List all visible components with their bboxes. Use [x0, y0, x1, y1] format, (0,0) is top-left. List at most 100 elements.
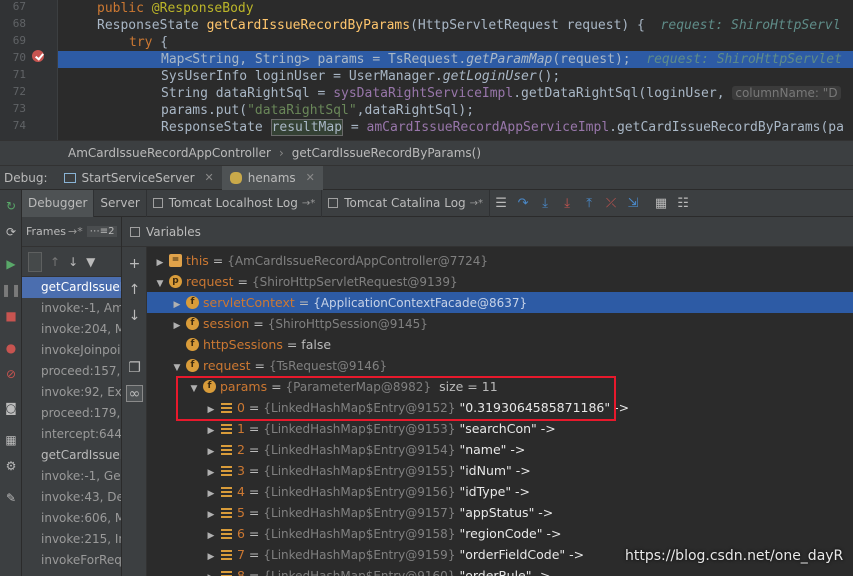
code-line[interactable]: ResponseState getCardIssueRecordByParams… [97, 17, 841, 34]
equals-sign: = [244, 568, 264, 576]
breadcrumb-class[interactable]: AmCardIssueRecordAppController [68, 146, 271, 160]
variable-row[interactable]: ▶ 6 = {LinkedHashMap$Entry@9158} "regionCo… [147, 523, 853, 544]
arrow-up-icon[interactable]: ↑ [126, 281, 143, 298]
variable-name: request [203, 358, 251, 373]
frame-item[interactable]: invoke:-1, Ger [22, 466, 121, 487]
layout-icon[interactable]: ▦ [3, 432, 19, 448]
code-line[interactable]: try { [129, 34, 168, 51]
step-out-icon[interactable]: ⤒ [578, 190, 600, 217]
arrow-up-icon[interactable]: ↑ [50, 255, 60, 269]
frame-item[interactable]: invoke:92, Exp [22, 382, 121, 403]
code-line[interactable]: public @ResponseBody [97, 0, 254, 17]
variable-row[interactable]: ▶ 2 = {LinkedHashMap$Entry@9154} "name" -> [147, 439, 853, 460]
chevron-right-icon: › [278, 146, 284, 160]
editor-gutter[interactable]: 67 68 69 70 71 72 73 74 [0, 0, 58, 140]
tab-label: Tomcat Catalina Log [344, 196, 466, 210]
variable-row[interactable]: ▼ f request = {TsRequest@9146} [147, 355, 853, 376]
map-entry-icon [220, 548, 233, 561]
frame-item[interactable]: invoke:606, M [22, 508, 121, 529]
breadcrumb-method[interactable]: getCardIssueRecordByParams() [292, 146, 481, 160]
variable-name: servletContext [203, 295, 295, 310]
camera-icon[interactable]: ◙ [3, 400, 19, 416]
variable-row[interactable]: ▶ 8 = {LinkedHashMap$Entry@9160}"orderRul… [147, 565, 853, 576]
variable-value: "appStatus" -> [459, 505, 554, 520]
infinity-icon[interactable]: ∞ [126, 385, 143, 402]
view-breakpoints-icon[interactable]: ● [3, 340, 19, 356]
variable-row[interactable]: ▶ f servletContext = {ApplicationContextFa… [147, 292, 853, 313]
settings-gear-icon[interactable]: ⚙ [3, 458, 19, 474]
close-icon[interactable]: ✕ [205, 171, 214, 184]
frame-item[interactable]: getCardIssueF [22, 277, 121, 298]
step-over-icon[interactable]: ↷ [512, 190, 534, 217]
stop-icon[interactable]: ■ [3, 308, 19, 324]
arrow-down-icon[interactable]: ↓ [126, 307, 143, 324]
variable-row[interactable]: f httpSessions = false [147, 334, 853, 355]
drop-frame-icon[interactable]: ⤫ [600, 190, 622, 217]
breakpoint-icon[interactable] [32, 50, 44, 62]
variable-row[interactable]: ▶ 4 = {LinkedHashMap$Entry@9156} "idType" … [147, 481, 853, 502]
code-text: public @ResponseBody [97, 1, 254, 16]
variable-row[interactable]: ▼ p request = {ShiroHttpServletRequest@913… [147, 271, 853, 292]
tab-tomcat-catalina-log[interactable]: Tomcat Catalina Log →* [322, 189, 491, 217]
tab-debugger[interactable]: Debugger [22, 189, 95, 217]
variable-row[interactable]: ▼ f params = {ParameterMap@8982} size = 11 [147, 376, 853, 397]
mute-breakpoints-icon[interactable]: ⊘ [3, 366, 19, 382]
frame-item[interactable]: invoke:43, Del [22, 487, 121, 508]
tab-server[interactable]: Server [94, 189, 147, 217]
frame-item[interactable]: invoke:215, In [22, 529, 121, 550]
frame-item[interactable]: intercept:644, [22, 424, 121, 445]
force-step-into-icon[interactable]: ⤓ [556, 190, 578, 217]
variable-name: 8 [237, 568, 245, 576]
variable-row[interactable]: ▶ 3 = {LinkedHashMap$Entry@9155} "idNum" -… [147, 460, 853, 481]
code-line[interactable]: ResponseState resultMap = amCardIssueRec… [161, 119, 844, 136]
variable-row[interactable]: ▶ = this = {AmCardIssueRecordAppController… [147, 250, 853, 271]
filter-icon[interactable]: ▼ [86, 255, 95, 269]
variable-row[interactable]: ▶ f session = {ShiroHttpSession@9145} [147, 313, 853, 334]
run-to-cursor-icon[interactable]: ⇲ [622, 190, 644, 217]
frames-controls: ↑ ↓ ▼ [22, 247, 121, 277]
resume-icon[interactable]: ▶ [3, 256, 19, 272]
frame-item[interactable]: invoke:-1, Am [22, 298, 121, 319]
rerun-icon[interactable]: ↻ [3, 198, 19, 214]
frame-item[interactable]: invoke:204, M [22, 319, 121, 340]
code-line[interactable]: params.put("dataRightSql",dataRightSql); [161, 102, 474, 119]
code-editor[interactable]: 67 68 69 70 71 72 73 74 public @Response… [0, 0, 853, 140]
frame-item[interactable]: proceed:157, [22, 361, 121, 382]
step-into-icon[interactable]: ⤓ [534, 190, 556, 217]
tab-tomcat-localhost-log[interactable]: Tomcat Localhost Log →* [147, 189, 323, 217]
parameter-icon: p [169, 275, 182, 288]
debug-tab-henams[interactable]: henams ✕ [221, 165, 323, 190]
evaluate-expression-icon[interactable]: ▦ [650, 190, 672, 217]
frame-item[interactable]: invokeForReq [22, 550, 121, 571]
more-options-icon[interactable]: ☷ [672, 190, 694, 217]
frame-item[interactable]: invokeJoinpoi [22, 340, 121, 361]
code-text: Map<String, String> params = TsRequest.g… [161, 52, 631, 67]
show-execution-point-icon[interactable]: ☰ [490, 190, 512, 217]
pause-icon[interactable]: ❚❚ [1, 282, 21, 298]
pin-icon[interactable]: ✎ [3, 490, 19, 506]
frames-title: Frames [26, 225, 67, 238]
code-line[interactable]: String dataRightSql = sysDataRightServic… [161, 85, 841, 102]
variable-row[interactable]: ▶ 1 = {LinkedHashMap$Entry@9153} "searchCo… [147, 418, 853, 439]
restart-icon[interactable]: ⟳ [3, 224, 19, 240]
code-line[interactable]: Map<String, String> params = TsRequest.g… [58, 51, 853, 68]
expand-arrow-icon[interactable]: ▶ [204, 568, 218, 576]
equals-sign: = [267, 379, 286, 394]
equals-sign: = [208, 253, 228, 268]
line-number: 69 [12, 34, 26, 47]
thread-selector[interactable] [28, 251, 42, 272]
frames-menu[interactable]: ⋯≡2 [86, 226, 118, 237]
arrow-down-icon[interactable]: ↓ [68, 255, 78, 269]
add-watch-icon[interactable]: + [126, 255, 143, 272]
variable-type: {TsRequest@9146} [268, 359, 388, 373]
variable-row[interactable]: ▶ 0 = {LinkedHashMap$Entry@9152} "0.319306… [147, 397, 853, 418]
frame-item[interactable]: proceed:179, [22, 403, 121, 424]
copy-icon[interactable]: ❐ [126, 359, 143, 376]
debug-tab-startserviceserver[interactable]: StartServiceServer ✕ [56, 166, 222, 190]
close-icon[interactable]: ✕ [306, 171, 315, 184]
code-line[interactable]: SysUserInfo loginUser = UserManager.getL… [161, 68, 560, 85]
variable-name: session [203, 316, 250, 331]
variable-row[interactable]: ▶ 5 = {LinkedHashMap$Entry@9157} "appStatu… [147, 502, 853, 523]
tab-label: Server [100, 196, 140, 210]
frame-item[interactable]: getCardIssueF [22, 445, 121, 466]
